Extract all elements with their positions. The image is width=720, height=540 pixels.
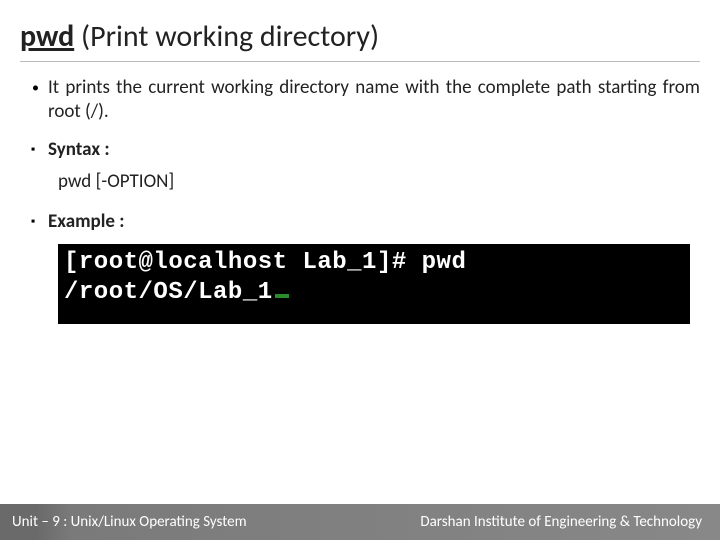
title-description: (Print working directory): [81, 18, 379, 55]
footer-bar: Unit – 9 : Unix/Linux Operating System D…: [0, 504, 720, 540]
bullet-text: It prints the current working directory …: [48, 76, 700, 124]
terminal-output-path: /root/OS/Lab_1: [64, 279, 273, 306]
bullet-item-description: • It prints the current working director…: [30, 76, 700, 124]
terminal-line-1: [root@localhost Lab_1]# pwd: [64, 248, 684, 278]
footer-left-text: Unit – 9 : Unix/Linux Operating System: [12, 513, 247, 531]
title-command: pwd: [20, 18, 74, 55]
square-bullet-icon: ▪: [30, 138, 48, 162]
bullet-icon: •: [30, 76, 48, 100]
content-area: • It prints the current working director…: [20, 76, 700, 324]
terminal-output: [root@localhost Lab_1]# pwd /root/OS/Lab…: [58, 244, 690, 324]
footer-right-text: Darshan Institute of Engineering & Techn…: [420, 513, 702, 531]
bullet-item-example: ▪ Example :: [30, 210, 700, 234]
slide-container: pwd (Print working directory) • It print…: [0, 0, 720, 540]
terminal-line-2: /root/OS/Lab_1: [64, 278, 684, 308]
terminal-cursor-icon: [275, 294, 289, 298]
square-bullet-icon: ▪: [30, 210, 48, 234]
syntax-body: pwd [-OPTION]: [58, 170, 700, 194]
slide-title: pwd (Print working directory): [20, 18, 700, 62]
example-label: Example :: [48, 210, 125, 234]
bullet-item-syntax: ▪ Syntax :: [30, 138, 700, 162]
syntax-label: Syntax :: [48, 138, 110, 162]
